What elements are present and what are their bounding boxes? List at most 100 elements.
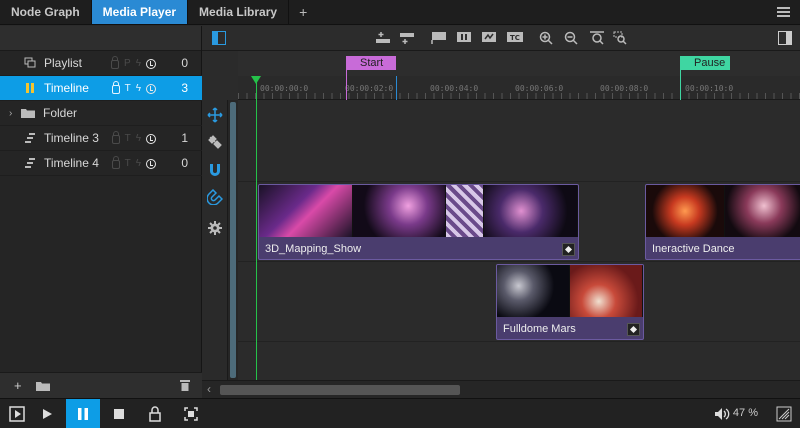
zoom-selection-icon[interactable]	[613, 31, 629, 45]
flag-t[interactable]: T	[125, 133, 131, 144]
thumbnail	[725, 185, 800, 237]
lightning-icon[interactable]: ϟ	[136, 58, 141, 69]
thumbnail	[259, 185, 353, 237]
tree-item-label: Playlist	[44, 56, 83, 70]
track-divider	[238, 261, 800, 262]
playhead[interactable]	[256, 76, 257, 380]
add-track-above-icon[interactable]	[374, 31, 392, 45]
tree-footer: +	[0, 372, 202, 398]
lightning-icon[interactable]: ϟ	[136, 158, 141, 169]
horizontal-scroll-thumb[interactable]	[220, 385, 460, 395]
marker-pause[interactable]: Pause	[680, 56, 730, 70]
tree-item-timeline[interactable]: Timeline T ϟ 3	[0, 76, 202, 101]
ruler-label: 00:00:04:0	[430, 84, 479, 93]
pause-button[interactable]	[66, 399, 100, 428]
timeline-toolbar: TC	[202, 26, 800, 51]
flag-t[interactable]: T	[125, 158, 131, 169]
clip-fulldome-mars[interactable]: Fulldome Mars	[496, 264, 644, 340]
horizontal-scrollbar[interactable]: ‹	[202, 380, 800, 398]
lock-icon[interactable]	[111, 156, 120, 169]
magnet-snap-icon[interactable]	[206, 188, 224, 206]
clip-label: Ineractive Dance	[652, 243, 735, 255]
trash-icon[interactable]	[180, 379, 190, 394]
clip-transition-icon[interactable]	[562, 243, 575, 256]
vertical-scroll-thumb[interactable]	[230, 102, 236, 378]
clock-icon[interactable]	[146, 133, 156, 144]
thumbnail	[570, 265, 643, 317]
gear-icon[interactable]	[207, 220, 223, 236]
stop-button[interactable]	[102, 399, 136, 428]
lightning-icon[interactable]: ϟ	[136, 83, 141, 94]
chevron-right-icon[interactable]: ›	[9, 108, 19, 119]
timecode-marker-icon[interactable]: TC	[506, 31, 524, 45]
flag-p[interactable]: P	[124, 58, 131, 69]
ruler-label: 00:00:10:0	[685, 84, 734, 93]
play-from-start-button[interactable]	[0, 399, 34, 428]
clip-label: 3D_Mapping_Show	[265, 243, 362, 255]
toggle-sidebar-icon[interactable]	[212, 31, 226, 45]
ruler-label: 00:00:06:0	[515, 84, 564, 93]
pause-marker-line	[680, 76, 681, 100]
scroll-left-icon[interactable]: ‹	[207, 382, 211, 396]
flag-t[interactable]: T	[125, 83, 131, 94]
thumbnail	[497, 265, 570, 317]
add-pause-marker-icon[interactable]	[456, 31, 472, 45]
lock-button[interactable]	[138, 399, 172, 428]
tree-item-timeline-4[interactable]: Timeline 4 T ϟ 0	[0, 151, 202, 176]
clock-icon[interactable]	[146, 83, 156, 94]
zoom-fit-icon[interactable]	[589, 31, 605, 45]
lightning-icon[interactable]: ϟ	[136, 133, 141, 144]
add-folder-icon[interactable]	[36, 380, 50, 395]
tree-item-playlist[interactable]: Playlist P ϟ 0	[0, 51, 202, 76]
lock-icon[interactable]	[111, 131, 120, 144]
tab-media-library[interactable]: Media Library	[188, 0, 290, 24]
trim-icon[interactable]	[207, 134, 223, 150]
item-flags: T ϟ	[111, 76, 156, 101]
resize-grip-icon[interactable]	[776, 406, 792, 425]
add-icon[interactable]: +	[14, 378, 22, 393]
clip-interactive-dance[interactable]: Ineractive Dance	[645, 184, 800, 260]
tool-strip	[202, 100, 228, 398]
add-marker-icon[interactable]	[431, 31, 447, 45]
clip-3d-mapping-show[interactable]: 3D_Mapping_Show	[258, 184, 579, 260]
lock-icon[interactable]	[111, 81, 120, 94]
volume-icon[interactable]	[714, 406, 730, 425]
clock-icon[interactable]	[146, 58, 156, 69]
tab-media-player[interactable]: Media Player	[91, 0, 189, 24]
lock-icon[interactable]	[111, 56, 120, 69]
hamburger-menu-icon[interactable]	[777, 7, 790, 17]
fullscreen-button[interactable]	[174, 399, 208, 428]
timeline-tracks[interactable]: 3D_Mapping_Show Ineractive Dance Fulldom…	[238, 100, 800, 380]
toggle-right-panel-icon[interactable]	[778, 31, 792, 45]
clock-icon[interactable]	[146, 158, 156, 169]
add-track-below-icon[interactable]	[398, 31, 416, 45]
marker-start[interactable]: Start	[346, 56, 396, 70]
time-ruler[interactable]: 00:00:00:0 00:00:02:0 00:00:04:0 00:00:0…	[238, 76, 800, 100]
zoom-out-icon[interactable]	[564, 31, 578, 45]
track-divider	[238, 341, 800, 342]
ruler-label: 00:00:00:0	[260, 84, 309, 93]
magnet-icon[interactable]	[207, 162, 223, 178]
tab-node-graph[interactable]: Node Graph	[0, 0, 92, 24]
ruler-label: 00:00:02:0	[345, 84, 394, 93]
clip-label: Fulldome Mars	[503, 323, 576, 335]
tree-item-label: Timeline	[44, 81, 89, 95]
add-jump-marker-icon[interactable]	[481, 31, 497, 45]
timeline-tree-panel: Playlist P ϟ 0 Timeline T ϟ 3 › Folder T…	[0, 26, 202, 398]
move-icon[interactable]	[207, 107, 223, 123]
vertical-scrollbar[interactable]	[228, 100, 238, 380]
add-tab-button[interactable]: +	[289, 0, 317, 24]
transport-bar: 47 %	[0, 398, 800, 428]
zoom-in-icon[interactable]	[539, 31, 553, 45]
play-button[interactable]	[30, 399, 64, 428]
tree-item-label: Folder	[43, 106, 78, 120]
ruler-ticks	[238, 93, 800, 99]
tree-item-label: Timeline 3	[44, 131, 99, 145]
track-divider	[238, 181, 800, 182]
clip-transition-icon[interactable]	[627, 323, 640, 336]
item-flags: T ϟ	[111, 151, 156, 176]
playhead-handle-icon[interactable]	[251, 76, 261, 84]
tree-item-folder[interactable]: › Folder	[0, 101, 202, 126]
clip-thumbnails	[646, 185, 800, 237]
tree-item-timeline-3[interactable]: Timeline 3 T ϟ 1	[0, 126, 202, 151]
